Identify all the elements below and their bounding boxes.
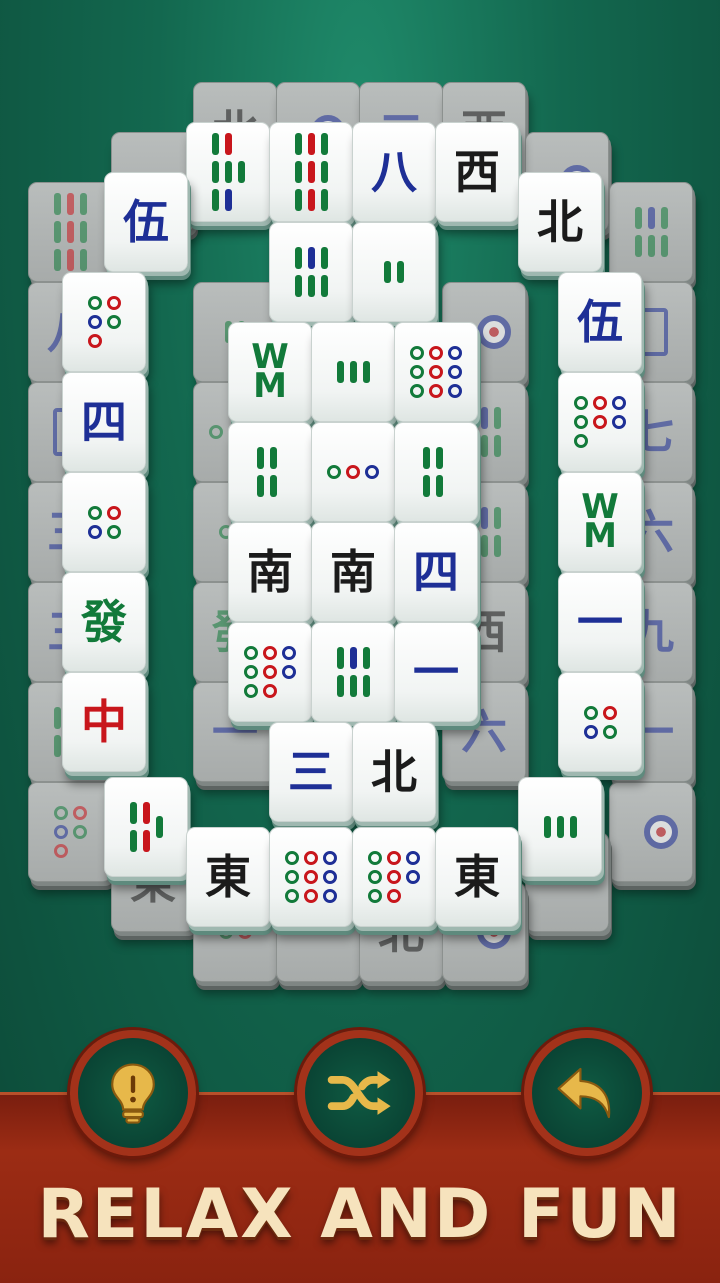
mahjong-tile[interactable]: 中 [62, 672, 146, 772]
shuffle-button[interactable] [297, 1030, 423, 1156]
mahjong-tile[interactable] [518, 777, 602, 877]
mahjong-tile[interactable]: 北 [518, 172, 602, 272]
dots-suit-icon [644, 815, 678, 849]
dots-suit-icon [87, 296, 121, 348]
bamboo-suit-icon [129, 802, 163, 852]
dots-suit-icon [410, 346, 462, 398]
mahjong-tile[interactable] [228, 422, 312, 522]
mahjong-tile[interactable] [228, 622, 312, 722]
mahjong-tile[interactable] [394, 422, 478, 522]
dots-suit-icon [53, 806, 87, 858]
mahjong-tile[interactable]: 一 [558, 572, 642, 672]
mahjong-tile[interactable] [269, 222, 353, 322]
mahjong-tile[interactable]: 南 [228, 522, 312, 622]
mahjong-tile[interactable]: 一 [394, 622, 478, 722]
tile-character: 三 [288, 745, 334, 799]
mahjong-tile[interactable] [394, 322, 478, 422]
mahjong-tile [609, 782, 693, 882]
mahjong-tile[interactable]: 八 [352, 122, 436, 222]
tile-character: 北 [371, 745, 417, 799]
bamboo-suit-icon [384, 261, 404, 283]
undo-arrow-icon [557, 1067, 611, 1119]
dots-suit-icon [218, 925, 252, 939]
slogan-banner: RELAX AND FUN [37, 1175, 683, 1254]
mahjong-tile[interactable] [269, 827, 353, 927]
mahjong-tile[interactable]: 伍 [104, 172, 188, 272]
tile-character: 南 [247, 545, 293, 599]
mahjong-tile[interactable]: 四 [394, 522, 478, 622]
tile-character: 西 [454, 145, 500, 199]
mahjong-tile[interactable]: WM [558, 472, 642, 572]
dots-suit-icon [583, 705, 617, 739]
mahjong-tile[interactable] [352, 222, 436, 322]
dots-suit-icon [477, 315, 511, 349]
tile-character: 一 [413, 645, 459, 699]
mahjong-tile[interactable]: 西 [435, 122, 519, 222]
mahjong-tile[interactable] [104, 777, 188, 877]
mahjong-tile[interactable] [311, 322, 395, 422]
dots-suit-icon [244, 646, 296, 698]
tile-character: 南 [330, 545, 376, 599]
dots-suit-icon [368, 851, 420, 903]
tile-character: 中 [81, 695, 127, 749]
tile-character: 北 [537, 195, 583, 249]
flower-tile-icon: WM [251, 337, 289, 406]
dots-suit-icon [87, 505, 121, 539]
mahjong-tile[interactable]: 四 [62, 372, 146, 472]
mahjong-tile[interactable]: 三 [269, 722, 353, 822]
mahjong-tile[interactable] [558, 372, 642, 472]
game-board: 北二西一八七三六三九一東一一北發西一六八西伍北伍四WM發一中東東WM南南四一三北 [0, 0, 720, 1000]
flower-tile-icon: WM [581, 487, 619, 556]
bamboo-suit-icon [211, 133, 245, 211]
mahjong-tile[interactable] [311, 622, 395, 722]
bamboo-suit-icon [423, 447, 449, 497]
dots-suit-icon [285, 851, 337, 903]
bamboo-suit-icon [543, 816, 577, 838]
bamboo-suit-icon [294, 247, 328, 297]
tile-character: 四 [413, 545, 459, 599]
tile-character: 八 [371, 145, 417, 199]
mahjong-tile[interactable] [311, 422, 395, 522]
lightbulb-icon [111, 1063, 155, 1124]
mahjong-tile [609, 182, 693, 282]
dots-suit-icon [327, 465, 379, 479]
bamboo-suit-icon [53, 193, 87, 271]
mahjong-tile[interactable] [558, 672, 642, 772]
mahjong-tile[interactable]: 東 [186, 827, 270, 927]
shuffle-icon [327, 1071, 391, 1115]
bamboo-suit-icon [294, 133, 328, 211]
bamboo-suit-icon [634, 207, 668, 257]
bamboo-suit-icon [336, 361, 370, 383]
mahjong-tile[interactable]: 東 [435, 827, 519, 927]
mahjong-tile[interactable] [62, 272, 146, 372]
tile-character: 伍 [577, 295, 623, 349]
mahjong-tile[interactable] [352, 827, 436, 927]
mahjong-tile[interactable]: 伍 [558, 272, 642, 372]
mahjong-tile[interactable]: 南 [311, 522, 395, 622]
mahjong-tile[interactable]: 發 [62, 572, 146, 672]
tile-character: 一 [577, 595, 623, 649]
mahjong-tile[interactable] [62, 472, 146, 572]
mahjong-tile[interactable]: WM [228, 322, 312, 422]
tile-character: 四 [81, 395, 127, 449]
bamboo-suit-icon [336, 647, 370, 697]
undo-button[interactable] [524, 1030, 650, 1156]
mahjong-tile[interactable] [186, 122, 270, 222]
mahjong-tile[interactable] [269, 122, 353, 222]
tile-character: 發 [81, 595, 127, 649]
mahjong-tile [28, 782, 112, 882]
mahjong-tile [28, 182, 112, 282]
tile-character: 伍 [123, 195, 169, 249]
bamboo-suit-icon [257, 447, 283, 497]
dots-suit-icon [574, 396, 626, 448]
tile-character: 東 [205, 850, 251, 904]
tile-character: 東 [454, 850, 500, 904]
mahjong-tile[interactable]: 北 [352, 722, 436, 822]
hint-button[interactable] [70, 1030, 196, 1156]
